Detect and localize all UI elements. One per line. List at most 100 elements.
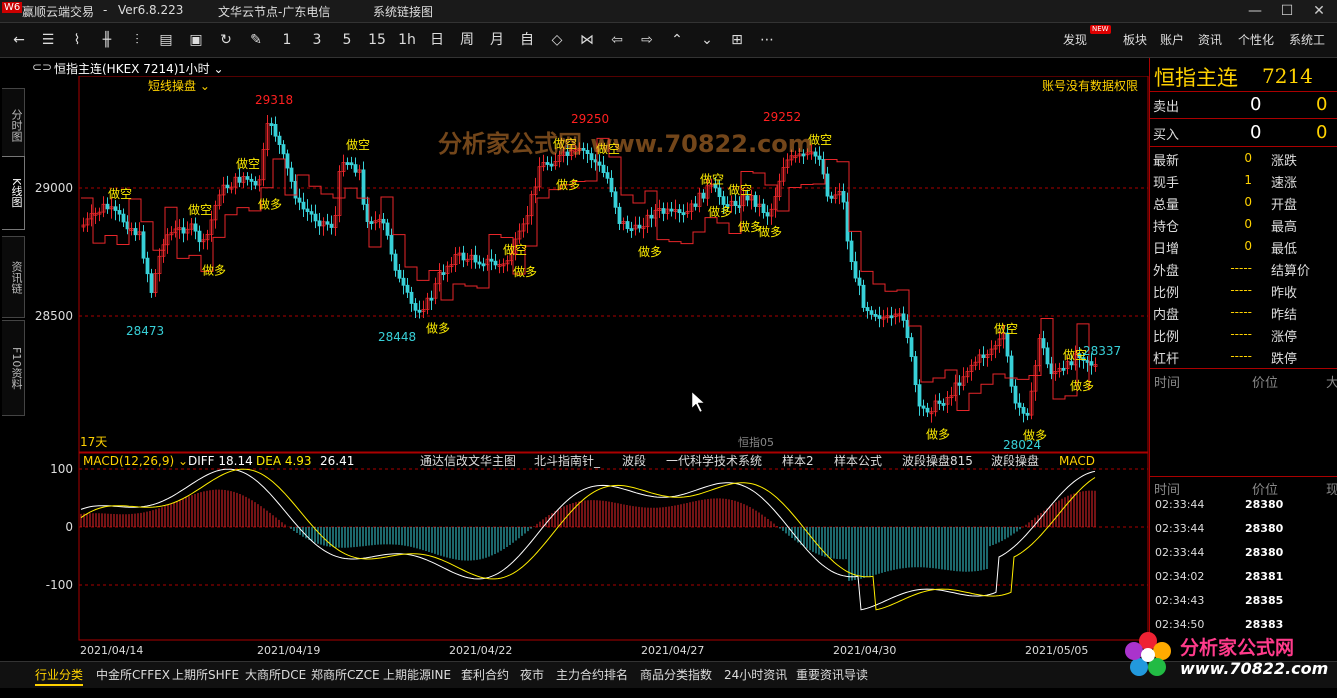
zoom-out-icon[interactable]: ⌄ — [696, 30, 718, 50]
next-icon[interactable]: ⇨ — [636, 30, 658, 50]
tick-price: 28380 — [1245, 522, 1284, 535]
tick-header-time: 时间 — [1154, 376, 1181, 391]
period-1m[interactable]: 1 — [276, 30, 298, 50]
account-menu[interactable]: 账户 — [1160, 31, 1184, 48]
formula-tab-7[interactable]: 波段操盘 — [991, 453, 1039, 468]
long-signal: 做多 — [638, 244, 662, 259]
save-icon[interactable]: ▣ — [185, 30, 207, 50]
candle-body — [637, 224, 642, 229]
site-logo: 分析家公式网 www.70822.com — [1120, 625, 1330, 685]
formula-tab-5[interactable]: 样本公式 — [834, 453, 882, 468]
candle-body — [181, 227, 186, 234]
period-5m[interactable]: 5 — [336, 30, 358, 50]
personalize-menu[interactable]: 个性化 — [1238, 31, 1274, 48]
candlestick-icon[interactable]: ╫ — [96, 30, 118, 50]
candle-body — [901, 313, 906, 321]
formula-tab-6[interactable]: 波段操盘815 — [902, 453, 973, 468]
candle-body — [285, 153, 290, 169]
btab-shfe[interactable]: 上期所SHFE — [172, 666, 239, 683]
split-view-icon[interactable]: ◇ — [546, 30, 568, 50]
date-label-4: 2021/04/30 — [833, 644, 896, 657]
report-icon[interactable]: ▤ — [155, 30, 177, 50]
formula-tab-0[interactable]: 通达信改文华主图 — [420, 453, 516, 468]
stat-label-right: 最低 — [1271, 242, 1298, 257]
sector-menu[interactable]: 板块 — [1123, 31, 1147, 48]
buy-label: 买入 — [1153, 128, 1180, 143]
macd-name[interactable]: MACD(12,26,9) ⌄ — [83, 454, 188, 468]
minimize-button[interactable]: — — [1240, 1, 1270, 21]
period-dropdown[interactable]: 1小时 ⌄ — [178, 60, 224, 77]
btab-czce[interactable]: 郑商所CZCE — [311, 666, 380, 683]
maximize-button[interactable]: ☐ — [1272, 1, 1302, 21]
system-link-button[interactable]: 系统链接图 — [373, 3, 433, 20]
btab-industry[interactable]: 行业分类 — [35, 666, 84, 686]
btab-main-rank[interactable]: 主力合约排名 — [556, 666, 628, 683]
quote-code: 7214 — [1262, 64, 1313, 88]
watermark: 分析家公式网 www.70822.com — [438, 130, 813, 158]
short-signal: 做空 — [728, 182, 752, 197]
tick2-header-cur: 现 — [1326, 483, 1337, 498]
zoom-in-icon[interactable]: ⌃ — [666, 30, 688, 50]
candle-body — [721, 196, 726, 205]
news-menu[interactable]: 资讯 — [1198, 31, 1222, 48]
strategy-dropdown[interactable]: 短线操盘 ⌄ — [148, 78, 210, 93]
line-chart-icon[interactable]: ⌇ — [66, 30, 88, 50]
formula-tab-1[interactable]: 北斗指南针_ — [534, 453, 601, 468]
btab-24h-news[interactable]: 24小时资讯 — [724, 666, 787, 683]
formula-tab-8[interactable]: MACD — [1059, 454, 1095, 468]
kline-chart[interactable]: 做空做空做空做空做空做空 做空做空做空做空做空做空做多做多做多做多做多做多做多做多… — [28, 76, 1149, 660]
period-1h[interactable]: 1h — [396, 30, 418, 50]
stat-value: 0 — [1244, 239, 1252, 253]
tab-timeshare[interactable]: 分时图 — [2, 88, 25, 162]
btab-ine[interactable]: 上期能源INE — [383, 666, 451, 683]
sell-volume: 0 — [1316, 94, 1328, 115]
refresh-icon[interactable]: ↻ — [215, 30, 237, 50]
candle-body — [477, 261, 482, 265]
btab-cffex[interactable]: 中金所CFFEX — [96, 666, 170, 683]
discover-menu[interactable]: 发现 — [1063, 31, 1087, 48]
tab-kline[interactable]: K线图 — [2, 156, 25, 230]
system-tools-menu[interactable]: 系统工 — [1289, 31, 1325, 48]
layout-icon[interactable]: ⊞ — [726, 30, 748, 50]
formula-tab-2[interactable]: 波段 — [622, 453, 646, 468]
candle-body — [889, 315, 894, 319]
formula-tab-4[interactable]: 样本2 — [782, 453, 814, 468]
period-day[interactable]: 日 — [426, 30, 448, 50]
period-3m[interactable]: 3 — [306, 30, 328, 50]
stat-value: ----- — [1230, 349, 1252, 363]
title-bar: W6 赢顺云端交易 - Ver6.8.223 文华云节点-广东电信 系统链接图 … — [0, 0, 1337, 23]
candle-body — [941, 403, 946, 406]
tick-chart-icon[interactable]: ⫶ — [126, 30, 148, 50]
period-week[interactable]: 周 — [456, 30, 478, 50]
back-arrow-icon[interactable]: ← — [8, 30, 30, 50]
server-node[interactable]: 文华云节点-广东电信 — [218, 3, 330, 20]
close-button[interactable]: ✕ — [1304, 1, 1334, 21]
btab-night[interactable]: 夜市 — [520, 666, 544, 683]
stat-label-right: 昨收 — [1271, 286, 1298, 301]
cross-icon[interactable]: ⋈ — [576, 30, 598, 50]
tab-f10[interactable]: F10资料 — [2, 320, 25, 416]
stat-label-right: 速涨 — [1271, 176, 1298, 191]
period-custom[interactable]: 自 — [516, 30, 538, 50]
candle-body — [113, 206, 118, 211]
tick-list[interactable]: 02:33:44 28380 02:33:44 28380 02:33:44 28380 0… — [1150, 498, 1337, 633]
list-icon[interactable]: ☰ — [37, 30, 59, 50]
candle-body — [981, 354, 986, 358]
btab-important-news[interactable]: 重要资讯导读 — [796, 666, 868, 683]
candle-body — [401, 277, 406, 286]
draw-tool-icon[interactable]: ✎ — [245, 30, 267, 50]
candle-body — [1021, 406, 1026, 414]
btab-arbitrage[interactable]: 套利合约 — [461, 666, 509, 683]
candle-body — [429, 297, 434, 301]
link-icon[interactable]: ⊂⊃ — [32, 60, 52, 74]
stat-value: 1 — [1244, 173, 1252, 187]
period-15m[interactable]: 15 — [366, 30, 388, 50]
btab-dce[interactable]: 大商所DCE — [245, 666, 306, 683]
formula-tab-3[interactable]: 一代科学技术系统 — [666, 453, 762, 468]
more-icon[interactable]: ⋯ — [756, 30, 778, 50]
prev-icon[interactable]: ⇦ — [606, 30, 628, 50]
period-month[interactable]: 月 — [486, 30, 508, 50]
candle-body — [681, 212, 686, 216]
btab-commodity-index[interactable]: 商品分类指数 — [640, 666, 712, 683]
tab-news-chain[interactable]: 资讯链 — [2, 236, 25, 318]
